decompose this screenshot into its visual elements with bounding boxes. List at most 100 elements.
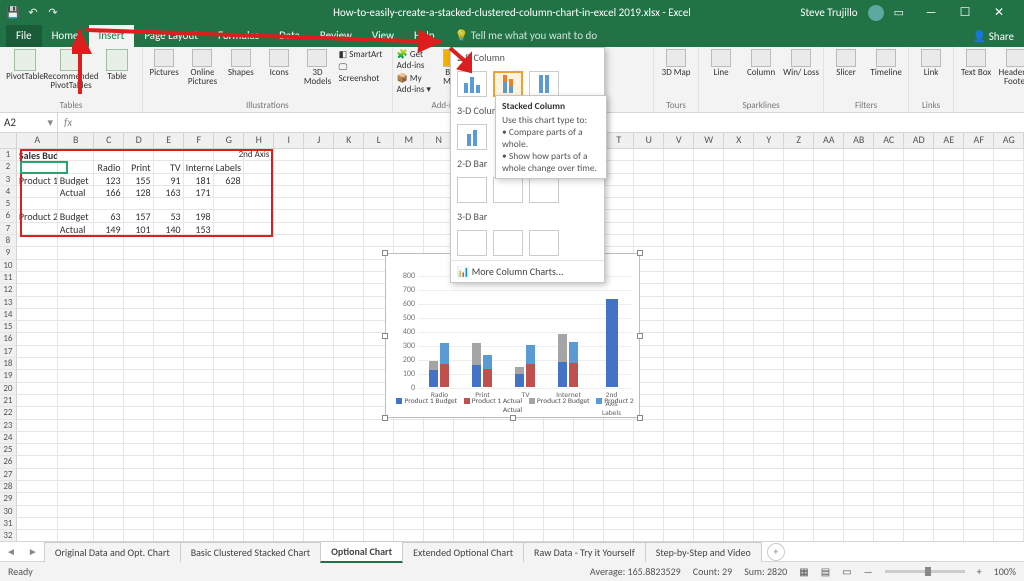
cell[interactable] <box>754 370 784 382</box>
cell[interactable] <box>214 407 244 419</box>
cell[interactable] <box>694 530 724 541</box>
cell[interactable] <box>694 284 724 296</box>
headerfooter-button[interactable]: Header & Footer <box>998 49 1024 87</box>
cell[interactable] <box>754 272 784 284</box>
cell[interactable] <box>844 333 874 345</box>
cell[interactable] <box>544 530 574 541</box>
cell[interactable] <box>724 456 754 468</box>
cell[interactable] <box>934 481 964 493</box>
cell[interactable] <box>814 370 844 382</box>
cell[interactable] <box>934 235 964 247</box>
cell[interactable] <box>724 174 754 186</box>
cell[interactable] <box>694 420 724 432</box>
cell[interactable] <box>94 260 124 272</box>
cell[interactable] <box>124 506 154 518</box>
cell[interactable] <box>214 469 244 481</box>
cell[interactable] <box>214 518 244 530</box>
chart-plot-area[interactable]: 0100200300400500600700800RadioPrintTVInt… <box>418 276 631 387</box>
cell[interactable] <box>94 358 124 370</box>
cell[interactable] <box>574 493 604 505</box>
row-header[interactable]: 29 <box>0 493 17 505</box>
col-header[interactable]: E <box>154 133 184 148</box>
cell[interactable] <box>964 198 994 210</box>
cell[interactable] <box>694 223 724 235</box>
cell[interactable] <box>934 420 964 432</box>
cell[interactable] <box>724 321 754 333</box>
cell[interactable] <box>184 395 214 407</box>
cell[interactable] <box>94 518 124 530</box>
cell[interactable] <box>154 198 184 210</box>
cell[interactable] <box>514 469 544 481</box>
cell[interactable] <box>604 456 634 468</box>
cell[interactable] <box>94 530 124 541</box>
cell[interactable] <box>604 432 634 444</box>
cell[interactable] <box>844 260 874 272</box>
cell[interactable] <box>124 284 154 296</box>
cell[interactable] <box>784 456 814 468</box>
cell[interactable] <box>274 186 304 198</box>
cell[interactable] <box>304 210 334 222</box>
cell[interactable] <box>664 530 694 541</box>
cell[interactable] <box>934 432 964 444</box>
cell[interactable] <box>934 456 964 468</box>
cell[interactable] <box>94 309 124 321</box>
cell[interactable] <box>364 506 394 518</box>
cell[interactable] <box>604 420 634 432</box>
cell[interactable] <box>394 432 424 444</box>
col-header[interactable]: AB <box>844 133 874 148</box>
cell[interactable] <box>874 333 904 345</box>
clustered-bar-option[interactable] <box>457 177 487 203</box>
cell[interactable] <box>58 309 94 321</box>
cell[interactable] <box>934 297 964 309</box>
cell[interactable] <box>154 481 184 493</box>
cell[interactable] <box>454 420 484 432</box>
cell[interactable] <box>274 530 304 541</box>
cell[interactable]: 123 <box>94 174 124 186</box>
cell[interactable] <box>244 420 274 432</box>
cell[interactable] <box>874 407 904 419</box>
cell[interactable] <box>604 161 634 173</box>
cell[interactable] <box>334 260 364 272</box>
cell[interactable] <box>244 506 274 518</box>
cell[interactable] <box>58 149 94 161</box>
cell[interactable] <box>154 247 184 259</box>
cell[interactable] <box>964 493 994 505</box>
cell[interactable] <box>184 346 214 358</box>
cell[interactable] <box>94 321 124 333</box>
cell[interactable]: 53 <box>154 210 184 222</box>
cell[interactable] <box>604 186 634 198</box>
cell[interactable] <box>424 432 454 444</box>
cell[interactable] <box>454 506 484 518</box>
cell[interactable] <box>754 469 784 481</box>
view-layout-icon[interactable]: ▤ <box>821 565 830 578</box>
cell[interactable] <box>124 260 154 272</box>
cell[interactable] <box>754 358 784 370</box>
cell[interactable] <box>754 420 784 432</box>
cell[interactable] <box>904 530 934 541</box>
cell[interactable] <box>58 444 94 456</box>
cell[interactable] <box>274 518 304 530</box>
cell[interactable] <box>844 174 874 186</box>
cell[interactable] <box>244 260 274 272</box>
cell[interactable] <box>394 210 424 222</box>
cell[interactable] <box>184 444 214 456</box>
cell[interactable] <box>664 358 694 370</box>
cell[interactable] <box>274 469 304 481</box>
cell[interactable] <box>154 260 184 272</box>
cell[interactable] <box>724 297 754 309</box>
cell[interactable] <box>124 198 154 210</box>
cell[interactable] <box>154 530 184 541</box>
cell[interactable] <box>154 518 184 530</box>
cell[interactable] <box>124 297 154 309</box>
cell[interactable] <box>724 333 754 345</box>
cell[interactable] <box>184 432 214 444</box>
cell[interactable] <box>724 247 754 259</box>
cell[interactable] <box>484 432 514 444</box>
col-header[interactable]: X <box>724 133 754 148</box>
cell[interactable] <box>394 530 424 541</box>
cell[interactable] <box>394 198 424 210</box>
maximize-button[interactable]: ☐ <box>948 4 982 21</box>
cell[interactable] <box>244 456 274 468</box>
cell[interactable] <box>664 210 694 222</box>
cell[interactable] <box>94 383 124 395</box>
